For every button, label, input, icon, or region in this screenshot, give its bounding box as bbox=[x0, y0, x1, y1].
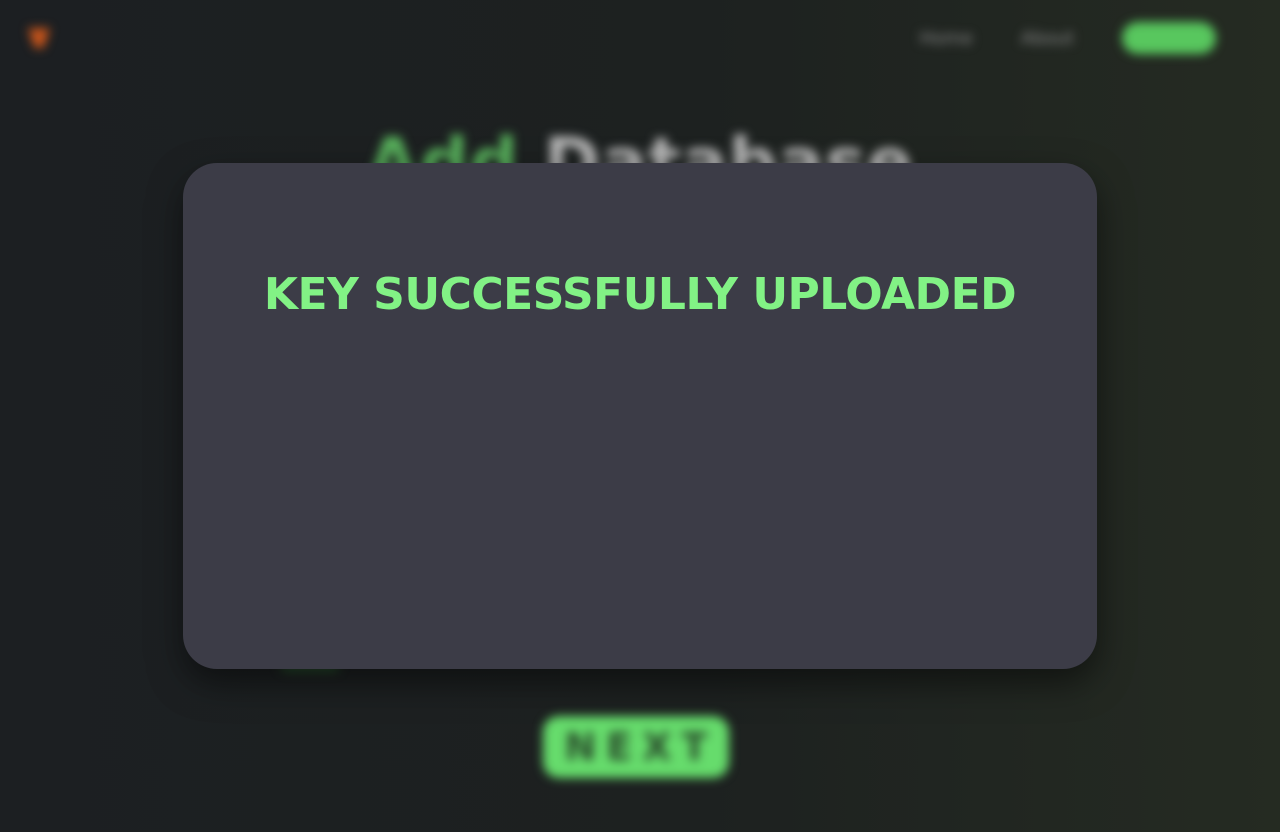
nav-about-link[interactable]: About bbox=[1021, 28, 1074, 49]
nav-home-link[interactable]: Home bbox=[920, 28, 973, 49]
success-modal: KEY SUCCESSFULLY UPLOADED bbox=[183, 163, 1097, 669]
shield-logo-icon bbox=[28, 28, 50, 48]
main-nav: Home About bbox=[920, 22, 1216, 54]
logo[interactable] bbox=[28, 26, 56, 48]
success-message: KEY SUCCESSFULLY UPLOADED bbox=[263, 269, 1017, 320]
next-button[interactable]: NEXT bbox=[543, 716, 729, 778]
nav-cta-button[interactable] bbox=[1122, 22, 1216, 54]
